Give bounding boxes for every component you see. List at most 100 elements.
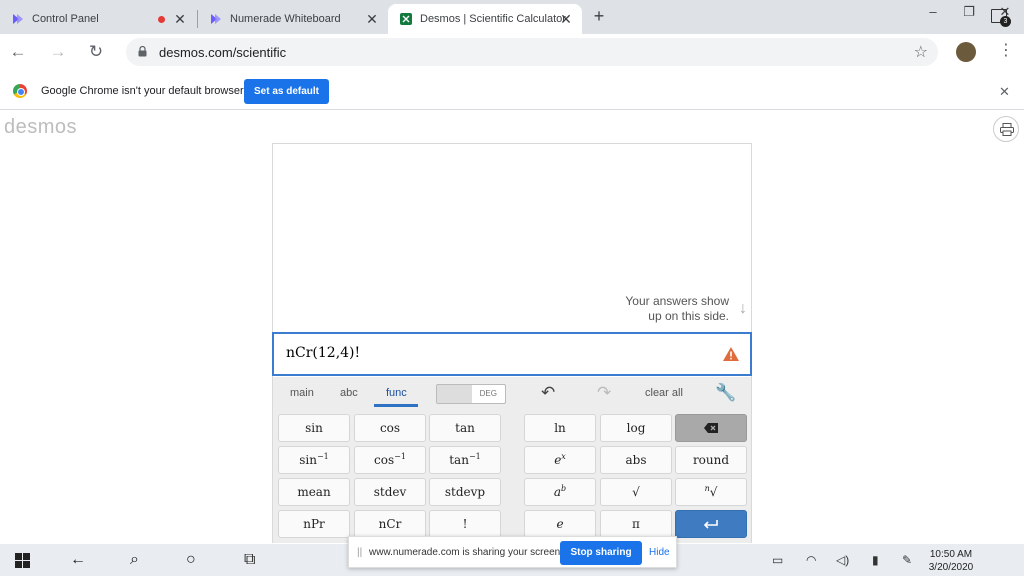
key-superscript: −1 (394, 452, 406, 461)
wrench-icon[interactable]: 🔧 (715, 383, 736, 403)
volume-icon[interactable]: ◁) (836, 553, 849, 567)
key-power[interactable]: ab (524, 478, 596, 506)
numerade-logo-icon (211, 14, 221, 24)
back-arrow-icon[interactable]: ← (70, 551, 86, 569)
expression-text: nCr(12,4)! (286, 345, 361, 361)
key-round[interactable]: round (675, 446, 747, 474)
hide-banner-button[interactable]: Hide (649, 547, 670, 558)
forward-button[interactable]: → (48, 42, 68, 62)
back-button[interactable]: ← (8, 42, 28, 62)
key-arcsin[interactable]: sin−1 (278, 446, 350, 474)
keypad-tab-abc[interactable]: abc (340, 387, 358, 399)
chrome-logo-icon (13, 84, 27, 98)
key-ln[interactable]: ln (524, 414, 596, 442)
key-nth-root[interactable]: n√ (675, 478, 747, 506)
wifi-icon[interactable]: ◠ (806, 553, 816, 567)
battery-icon[interactable]: ▭ (772, 553, 783, 567)
reload-button[interactable]: ↻ (86, 42, 106, 62)
key-label: e (556, 517, 564, 531)
bookmark-star-icon[interactable]: ☆ (914, 42, 928, 62)
tab-control-panel[interactable]: Control Panel ✕ (0, 4, 196, 34)
toggle-knob (437, 385, 472, 403)
close-tab-icon[interactable]: ✕ (172, 11, 188, 27)
notification-count-badge: 3 (1000, 16, 1011, 27)
avatar[interactable] (956, 42, 976, 62)
key-label: tan (449, 453, 469, 467)
recording-dot-icon (158, 16, 165, 23)
close-tab-icon[interactable]: ✕ (364, 11, 380, 27)
down-arrow-icon: ↓ (739, 300, 747, 317)
key-stdevp[interactable]: stdevp (429, 478, 501, 506)
browser-toolbar: ← → ↻ desmos.com/scientific ☆ (0, 34, 1024, 70)
task-view-icon[interactable]: ⧉ (244, 551, 255, 569)
hint-line-2: up on this side. (648, 309, 729, 323)
tab-strip: Control Panel ✕ Numerade Whiteboard ✕ De… (0, 0, 1024, 34)
pen-icon[interactable]: ✎ (902, 553, 912, 567)
key-label: a (553, 485, 562, 499)
set-as-default-button[interactable]: Set as default (244, 79, 329, 104)
print-button[interactable] (993, 116, 1019, 142)
key-log[interactable]: log (600, 414, 672, 442)
enter-button[interactable] (675, 510, 747, 538)
numerade-logo-icon (13, 14, 23, 24)
key-tan[interactable]: tan (429, 414, 501, 442)
key-arctan[interactable]: tan−1 (429, 446, 501, 474)
tab-numerade-whiteboard[interactable]: Numerade Whiteboard ✕ (198, 4, 388, 34)
key-ncr[interactable]: nCr (354, 510, 426, 538)
menu-kebab-icon[interactable]: ⋮ (998, 40, 1014, 60)
drag-handle-icon[interactable]: || (357, 547, 362, 558)
tab-desmos[interactable]: Desmos | Scientific Calculator ✕ (388, 4, 582, 34)
key-stdev[interactable]: stdev (354, 478, 426, 506)
new-tab-button[interactable]: + (590, 6, 608, 27)
key-superscript: −1 (468, 452, 481, 461)
key-superscript: x (561, 452, 566, 461)
minimize-button[interactable]: – (918, 4, 948, 19)
url-text: desmos.com/scientific (159, 45, 287, 60)
address-bar[interactable]: desmos.com/scientific ☆ (126, 38, 938, 66)
tab-title: Control Panel (32, 13, 99, 25)
active-tab-indicator (374, 404, 418, 407)
key-label: sin (299, 453, 317, 467)
close-infobar-icon[interactable]: ✕ (999, 84, 1010, 100)
printer-icon (1000, 123, 1014, 136)
undo-icon[interactable]: ↶ (541, 383, 555, 403)
cortana-circle-icon[interactable]: ○ (186, 551, 196, 569)
hint-line-1: Your answers show (625, 294, 729, 308)
keypad-tab-main[interactable]: main (290, 387, 314, 399)
close-tab-icon[interactable]: ✕ (558, 11, 574, 27)
tab-title: Numerade Whiteboard (230, 13, 341, 25)
backspace-button[interactable] (675, 414, 747, 442)
key-factorial[interactable]: ! (429, 510, 501, 538)
restore-button[interactable]: ❐ (954, 4, 984, 20)
microphone-icon[interactable]: ▮ (872, 553, 879, 567)
clock-date: 3/20/2020 (928, 562, 974, 573)
sharing-message: www.numerade.com is sharing your screen. (369, 547, 563, 558)
key-pi[interactable]: π (600, 510, 672, 538)
windows-start-icon[interactable] (15, 553, 30, 568)
key-e[interactable]: e (524, 510, 596, 538)
clear-all-button[interactable]: clear all (645, 387, 683, 399)
expression-input[interactable]: nCr(12,4)! (272, 332, 752, 376)
key-sqrt[interactable]: √ (600, 478, 672, 506)
key-npr[interactable]: nPr (278, 510, 350, 538)
stop-sharing-button[interactable]: Stop sharing (560, 541, 642, 565)
key-superscript: b (561, 484, 567, 493)
key-sin[interactable]: sin (278, 414, 350, 442)
angle-mode-toggle[interactable]: DEG (436, 384, 506, 404)
redo-icon[interactable]: ↷ (597, 383, 611, 403)
system-clock[interactable]: 10:50 AM 3/20/2020 (926, 548, 976, 574)
keypad-tab-func[interactable]: func (386, 387, 407, 399)
tab-title: Desmos | Scientific Calculator (420, 13, 566, 25)
enter-icon (703, 520, 718, 529)
key-label: √ (709, 485, 718, 499)
search-icon[interactable]: ⌕ (130, 551, 139, 569)
desmos-logo[interactable]: desmos (4, 116, 77, 139)
screen-sharing-banner: || www.numerade.com is sharing your scre… (348, 536, 677, 568)
key-arccos[interactable]: cos−1 (354, 446, 426, 474)
key-cos[interactable]: cos (354, 414, 426, 442)
key-mean[interactable]: mean (278, 478, 350, 506)
key-abs[interactable]: abs (600, 446, 672, 474)
warning-icon[interactable] (722, 346, 740, 362)
angle-mode-label: DEG (479, 389, 497, 398)
key-exp[interactable]: ex (524, 446, 596, 474)
